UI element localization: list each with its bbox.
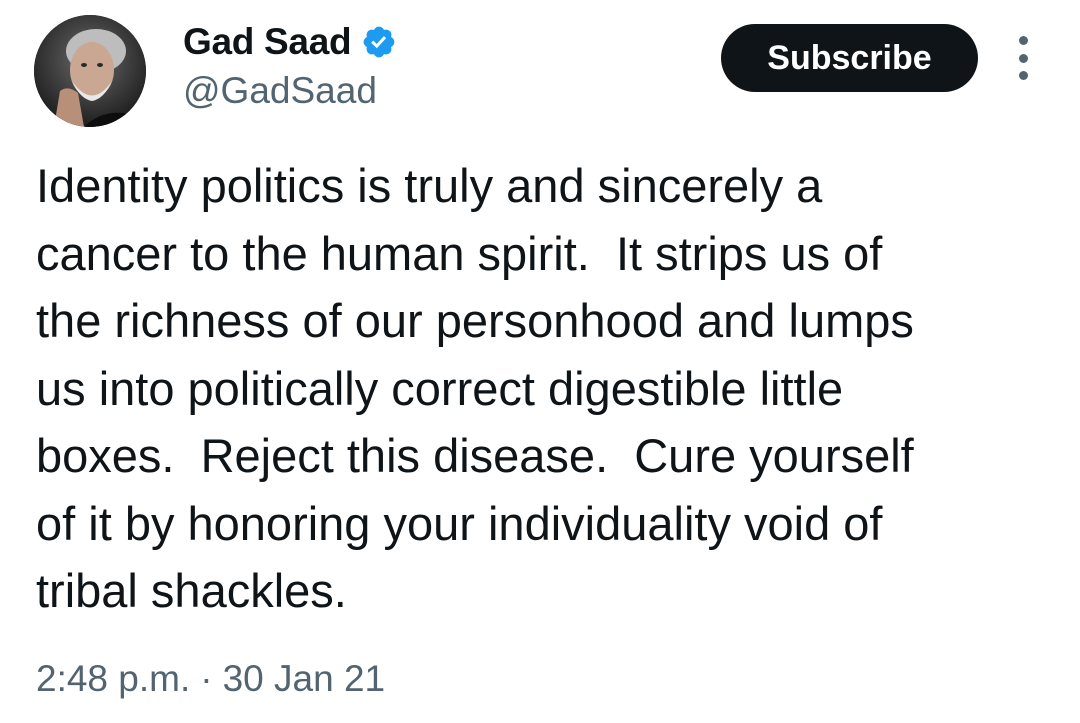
avatar[interactable] (34, 15, 146, 127)
more-dot (1018, 53, 1028, 63)
tweet-text-line: the richness of our personhood and lumps (36, 294, 914, 347)
avatar-photo (34, 15, 146, 127)
tweet-timestamp[interactable]: 2:48 p.m. · 30 Jan 21 (36, 658, 385, 700)
more-vertical-icon[interactable] (1008, 36, 1038, 80)
more-dot (1018, 71, 1028, 80)
tweet-time: 2:48 p.m. (36, 658, 191, 699)
tweet-text-line: boxes. Reject this disease. Cure yoursel… (36, 429, 914, 482)
author-name-row: Gad Saad (183, 17, 397, 67)
author-display-name[interactable]: Gad Saad (183, 21, 352, 63)
tweet-card: Gad Saad @GadSaad Subscribe Identity pol… (0, 0, 1080, 723)
author-handle[interactable]: @GadSaad (183, 70, 377, 112)
tweet-text-line: of it by honoring your individuality voi… (36, 496, 883, 550)
meta-separator: · (200, 658, 213, 699)
subscribe-button[interactable]: Subscribe (721, 24, 978, 92)
tweet-text-line: us into politically correct digestible l… (36, 361, 844, 415)
more-dot (1018, 36, 1028, 45)
tweet-text: Identity politics is truly and sincerely… (36, 152, 1046, 625)
tweet-text-line: cancer to the human spirit. It strips us… (36, 226, 883, 280)
verified-badge-icon[interactable] (361, 24, 397, 60)
tweet-text-line: Identity politics is truly and sincerely… (36, 159, 823, 212)
tweet-text-line: tribal shackles. (36, 564, 347, 617)
tweet-date: 30 Jan 21 (222, 658, 386, 699)
